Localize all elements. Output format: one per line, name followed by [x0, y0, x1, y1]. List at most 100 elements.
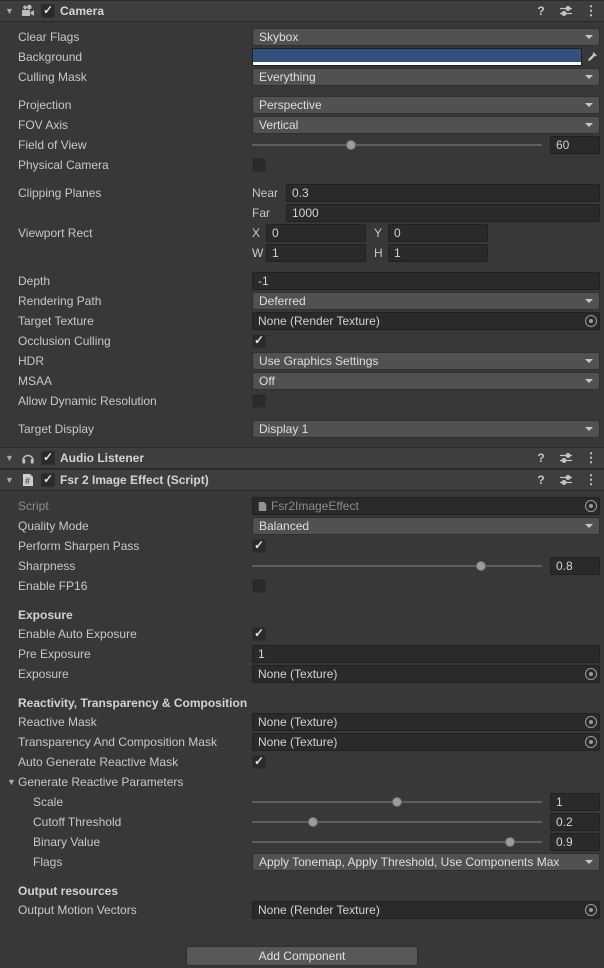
- fsr2-enabled-checkbox[interactable]: [41, 473, 55, 487]
- projection-dropdown[interactable]: Perspective: [252, 96, 600, 114]
- object-picker-icon[interactable]: [585, 736, 597, 748]
- slider-handle[interactable]: [476, 561, 486, 571]
- clipping-planes-label: Clipping Planes: [18, 186, 252, 200]
- output-motion-vectors-field[interactable]: None (Render Texture): [252, 901, 600, 919]
- slider-handle[interactable]: [392, 797, 402, 807]
- sharpness-slider[interactable]: [252, 557, 542, 575]
- cutoff-threshold-label: Cutoff Threshold: [18, 815, 252, 829]
- script-icon: #: [20, 472, 36, 488]
- row-enable-fp16: Enable FP16: [0, 576, 604, 596]
- field-of-view-slider[interactable]: [252, 136, 542, 154]
- help-icon[interactable]: ?: [534, 472, 548, 488]
- fsr2-component-header[interactable]: ▼ # Fsr 2 Image Effect (Script) ? ⋮: [0, 469, 604, 491]
- fov-axis-dropdown[interactable]: Vertical: [252, 116, 600, 134]
- field-of-view-label: Field of View: [18, 138, 252, 152]
- target-display-dropdown[interactable]: Display 1: [252, 420, 600, 438]
- object-picker-icon[interactable]: [585, 716, 597, 728]
- hdr-dropdown[interactable]: Use Graphics Settings: [252, 352, 600, 370]
- physical-camera-checkbox[interactable]: [252, 158, 266, 172]
- dropdown-arrow-icon: [585, 427, 593, 431]
- presets-icon[interactable]: [559, 450, 573, 466]
- flags-dropdown[interactable]: Apply Tonemap, Apply Threshold, Use Comp…: [252, 853, 600, 871]
- viewport-w-input[interactable]: 1: [266, 244, 366, 262]
- scale-slider[interactable]: [252, 793, 542, 811]
- fsr2-body: Script Fsr2ImageEffect Quality Mode Bala…: [0, 491, 604, 928]
- script-field[interactable]: Fsr2ImageEffect: [252, 497, 600, 515]
- scale-input[interactable]: 1: [550, 793, 600, 811]
- sharpness-input[interactable]: 0.8: [550, 557, 600, 575]
- cutoff-threshold-slider[interactable]: [252, 813, 542, 831]
- auto-generate-reactive-mask-checkbox[interactable]: [252, 755, 266, 769]
- auto-generate-reactive-mask-label: Auto Generate Reactive Mask: [18, 755, 252, 769]
- more-menu-icon[interactable]: ⋮: [584, 3, 598, 19]
- help-icon[interactable]: ?: [534, 450, 548, 466]
- alpha-bar: [253, 62, 581, 65]
- field-of-view-input[interactable]: 60: [550, 136, 600, 154]
- foldout-arrow-icon[interactable]: ▼: [6, 777, 17, 787]
- slider-handle[interactable]: [346, 140, 356, 150]
- scale-value: 1: [556, 795, 563, 809]
- background-color-swatch[interactable]: [252, 48, 582, 66]
- row-quality-mode: Quality Mode Balanced: [0, 516, 604, 536]
- target-texture-field[interactable]: None (Render Texture): [252, 312, 600, 330]
- object-picker-icon[interactable]: [585, 668, 597, 680]
- audio-listener-component-header[interactable]: ▼ Audio Listener ? ⋮: [0, 447, 604, 469]
- projection-value: Perspective: [259, 98, 322, 112]
- target-display-value: Display 1: [259, 422, 308, 436]
- enable-fp16-checkbox[interactable]: [252, 579, 266, 593]
- row-target-texture: Target Texture None (Render Texture): [0, 311, 604, 331]
- slider-handle[interactable]: [308, 817, 318, 827]
- clear-flags-dropdown[interactable]: Skybox: [252, 28, 600, 46]
- enable-auto-exposure-checkbox[interactable]: [252, 627, 266, 641]
- allow-dynamic-resolution-checkbox[interactable]: [252, 394, 266, 408]
- more-menu-icon[interactable]: ⋮: [584, 450, 598, 466]
- foldout-arrow-icon[interactable]: ▼: [4, 453, 15, 463]
- row-clipping-near: Clipping Planes Near 0.3: [0, 183, 604, 203]
- foldout-arrow-icon[interactable]: ▼: [4, 475, 15, 485]
- viewport-x-input[interactable]: 0: [266, 224, 366, 242]
- output-motion-vectors-value: None (Render Texture): [258, 903, 380, 917]
- viewport-y-input[interactable]: 0: [388, 224, 488, 242]
- rendering-path-dropdown[interactable]: Deferred: [252, 292, 600, 310]
- slider-handle[interactable]: [505, 837, 515, 847]
- row-generate-reactive-parameters[interactable]: ▼ Generate Reactive Parameters: [0, 772, 604, 792]
- perform-sharpen-pass-checkbox[interactable]: [252, 539, 266, 553]
- viewport-h-input[interactable]: 1: [388, 244, 488, 262]
- pre-exposure-input[interactable]: 1: [252, 645, 600, 663]
- more-menu-icon[interactable]: ⋮: [584, 472, 598, 488]
- reactivity-section-header: Reactivity, Transparency & Composition: [0, 694, 604, 712]
- help-icon[interactable]: ?: [534, 3, 548, 19]
- row-fov-axis: FOV Axis Vertical: [0, 115, 604, 135]
- occlusion-culling-checkbox[interactable]: [252, 334, 266, 348]
- transparency-mask-field[interactable]: None (Texture): [252, 733, 600, 751]
- object-picker-icon[interactable]: [585, 315, 597, 327]
- msaa-dropdown[interactable]: Off: [252, 372, 600, 390]
- depth-input[interactable]: -1: [252, 272, 600, 290]
- culling-mask-dropdown[interactable]: Everything: [252, 68, 600, 86]
- camera-component-header[interactable]: ▼ Camera ? ⋮: [0, 0, 604, 22]
- presets-icon[interactable]: [559, 3, 573, 19]
- exposure-field[interactable]: None (Texture): [252, 665, 600, 683]
- reactive-mask-field[interactable]: None (Texture): [252, 713, 600, 731]
- headphones-icon: [20, 450, 36, 466]
- quality-mode-dropdown[interactable]: Balanced: [252, 517, 600, 535]
- binary-value-slider[interactable]: [252, 833, 542, 851]
- audio-listener-enabled-checkbox[interactable]: [41, 451, 55, 465]
- depth-label: Depth: [18, 274, 252, 288]
- script-value: Fsr2ImageEffect: [271, 499, 359, 513]
- binary-value-input[interactable]: 0.9: [550, 833, 600, 851]
- far-clip-input[interactable]: 1000: [286, 204, 600, 222]
- cutoff-threshold-input[interactable]: 0.2: [550, 813, 600, 831]
- object-picker-icon[interactable]: [585, 904, 597, 916]
- add-component-button[interactable]: Add Component: [186, 946, 418, 966]
- foldout-arrow-icon[interactable]: ▼: [4, 6, 15, 16]
- viewport-x-label: X: [252, 226, 266, 240]
- occlusion-culling-label: Occlusion Culling: [18, 334, 252, 348]
- row-clear-flags: Clear Flags Skybox: [0, 27, 604, 47]
- object-picker-icon[interactable]: [585, 500, 597, 512]
- near-clip-input[interactable]: 0.3: [286, 184, 600, 202]
- presets-icon[interactable]: [559, 472, 573, 488]
- eyedropper-button[interactable]: [584, 48, 600, 66]
- camera-enabled-checkbox[interactable]: [41, 4, 55, 18]
- near-clip-value: 0.3: [292, 186, 309, 200]
